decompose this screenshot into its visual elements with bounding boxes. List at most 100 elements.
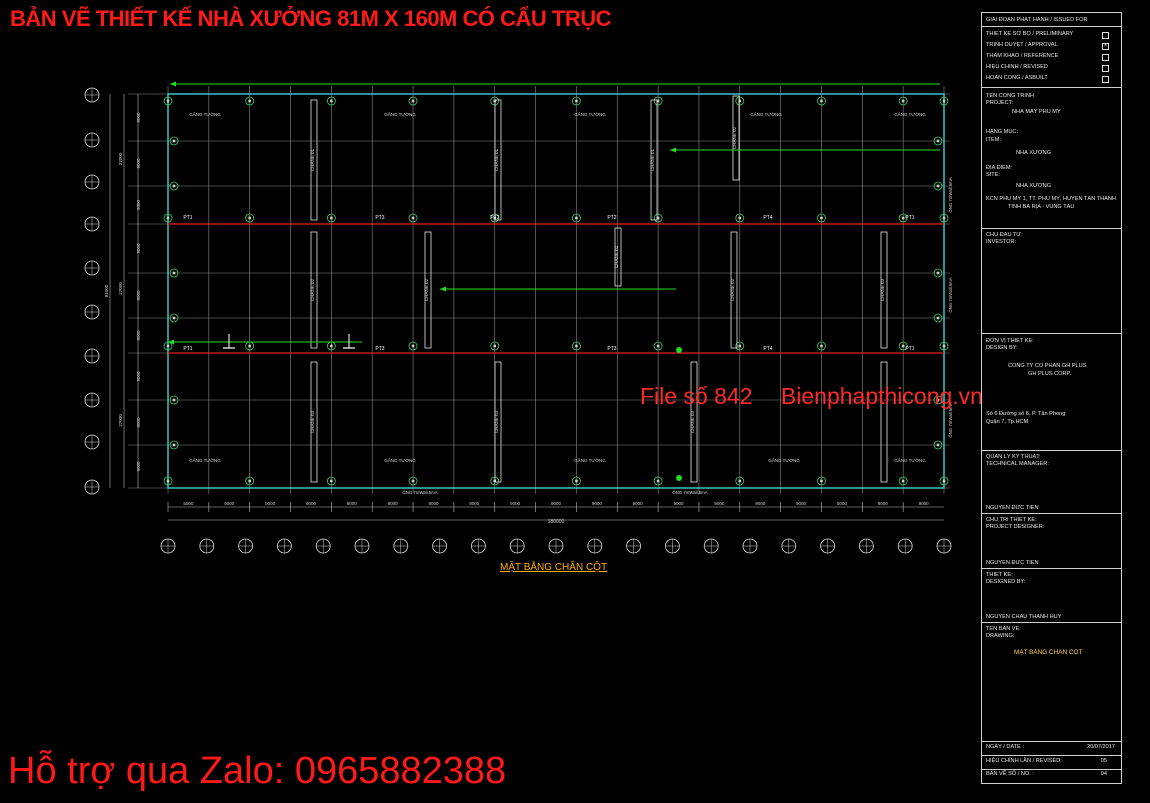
dim-text: 9000 <box>592 501 603 506</box>
tb-location-label-en: SITE: <box>986 172 1000 178</box>
tb-design-label: THIẾT KẾ: <box>986 572 1013 578</box>
dim-text: 9000 <box>347 501 358 506</box>
column-base <box>172 271 176 275</box>
dim-text: 81000 <box>104 284 109 297</box>
dim-text: 27000 <box>118 282 123 295</box>
column-base <box>172 184 176 188</box>
watermark-site: Bienphapthicong.vn <box>780 383 983 409</box>
column-base <box>248 479 251 483</box>
column-base <box>820 216 823 220</box>
column-base <box>248 216 251 220</box>
tb-drawing-name-label-en: DRAWING: <box>986 633 1015 639</box>
tb-tech-manager-label: QUẢN LÝ KỸ THUẬT: <box>986 454 1041 460</box>
tb-date-row: NGÀY / DATE : 20/07/2017 <box>986 744 1117 755</box>
column-base <box>936 184 940 188</box>
crane-label: CRANE 01 <box>494 149 499 172</box>
wall-label: GẰNG TƯỜNG <box>894 110 926 117</box>
column-base <box>820 344 823 348</box>
crane-label: CRANE 03 <box>494 411 499 434</box>
tb-designer-company-en: GH PLUS CORP. <box>1028 371 1072 377</box>
dim-text: 27000 <box>118 414 123 427</box>
column-base <box>248 99 251 103</box>
tb-tech-manager-name: NGUYỄN ĐỨC TIẾN <box>986 505 1039 511</box>
column-base <box>172 443 176 447</box>
tb-design-label-en: DESIGNED BY: <box>986 579 1026 585</box>
tb-item-label-en: ITEM: <box>986 137 1001 143</box>
column-base <box>942 344 946 348</box>
dim-text: 9000 <box>136 417 141 428</box>
column-base <box>411 344 415 348</box>
column-base <box>166 479 170 483</box>
dim-text: 5000 <box>183 501 194 506</box>
column-base <box>738 479 742 483</box>
crane-rail <box>880 361 888 483</box>
tb-address: KCN PHÚ MỸ 1, TT. PHÚ MỸ, HUYỆN TÂN THÀN… <box>986 196 1116 202</box>
pt-label: PT4 <box>763 346 772 352</box>
column-grid <box>128 86 950 494</box>
column-base <box>901 479 905 483</box>
column-markers <box>163 96 949 486</box>
column-base <box>820 479 823 483</box>
green-dot <box>676 347 682 353</box>
wall-label: GẰNG TƯỜNG <box>768 456 800 463</box>
dim-text: 9000 <box>388 501 399 506</box>
crane-label: CRANE 01 <box>650 149 655 172</box>
dim-text: 9000 <box>714 501 725 506</box>
tb-owner-label: CHỦ ĐẦU TƯ: <box>986 232 1023 238</box>
tb-location-label: ĐỊA ĐIỂM: <box>986 165 1013 171</box>
support-contact: Hỗ trợ qua Zalo: 0965882388 <box>8 750 507 792</box>
column-base <box>411 216 415 220</box>
column-base <box>942 99 946 103</box>
dim-text: 9000 <box>136 290 141 301</box>
column-base <box>656 479 660 483</box>
tb-sheet-row: BẢN VẼ SỐ / NO. : 04 <box>986 771 1117 782</box>
tb-project-value: NHÀ MÁY PHÚ MỸ <box>1012 109 1061 115</box>
pt-label: PT3 <box>375 215 384 221</box>
tb-rev-row: HIỆU CHỈNH LẦN / REVISED: 05 <box>986 758 1117 769</box>
dim-text: 5000 <box>837 501 848 506</box>
dim-text: 27000 <box>118 152 123 165</box>
dim-text: 9000 <box>136 158 141 169</box>
crane-label: CRANE 03 <box>880 279 885 302</box>
column-base <box>330 216 333 220</box>
pt-label: PT1 <box>183 215 192 221</box>
tb-drawing-name-label: TÊN BẢN VẼ: <box>986 626 1021 632</box>
tb-designer-label-en: DESIGN BY: <box>986 345 1018 351</box>
title-block: GIAI ĐOẠN PHÁT HÀNH / ISSUED FOR THIẾT K… <box>981 12 1122 784</box>
gutter-label: ỐNG 7mWall,5mA <box>948 277 953 312</box>
crane-label: CRANE 02 <box>424 279 429 302</box>
pt-label: PT3 <box>607 346 616 352</box>
tb-stage-4-checkbox <box>1102 65 1109 72</box>
tb-address2: TỈNH BÀ RỊA - VŨNG TÀU <box>1008 204 1075 210</box>
pt-label: PT2 <box>490 215 499 221</box>
green-dot <box>676 475 682 481</box>
dim-text: 9000 <box>755 501 766 506</box>
column-base <box>738 344 742 348</box>
tb-rev-label: HIỆU CHỈNH LẦN / REVISED: <box>986 758 1062 764</box>
tb-design-name: NGUYỄN CHÂU THANH HUY <box>986 614 1062 620</box>
column-base <box>411 99 415 103</box>
column-base <box>901 216 905 220</box>
tb-designer-address2: Quận 7, Tp.HCM <box>986 419 1029 425</box>
column-base <box>248 344 251 348</box>
dim-text: 9000 <box>674 501 685 506</box>
watermark: File số 842 Bienphapthicong.vn <box>640 383 1005 410</box>
wall-label: GẰNG TƯỜNG <box>750 110 782 117</box>
dim-text: 9000 <box>428 501 439 506</box>
column-base <box>575 344 578 348</box>
column-base <box>330 99 333 103</box>
crane-label: CRANE 03 <box>690 411 695 434</box>
left-axis-bubbles <box>84 87 100 495</box>
column-base <box>936 271 940 275</box>
tb-project-label: TÊN CÔNG TRÌNH <box>986 93 1035 99</box>
dim-text: 9000 <box>265 501 276 506</box>
tb-stage-4: HIỆU CHỈNH / REVISED <box>986 64 1048 70</box>
column-base <box>575 479 578 483</box>
tb-project-label-en: PROJECT: <box>986 100 1014 106</box>
column-base <box>901 99 905 103</box>
tb-owner-label-en: INVESTOR: <box>986 239 1017 245</box>
tb-tech-manager-label-en: TECHNICAL MANAGER: <box>986 461 1049 467</box>
wall-label: GẰNG TƯỜNG <box>574 456 606 463</box>
wall-label: GẰNG TƯỜNG <box>384 110 416 117</box>
wall-label: GẰNG TƯỜNG <box>189 110 221 117</box>
